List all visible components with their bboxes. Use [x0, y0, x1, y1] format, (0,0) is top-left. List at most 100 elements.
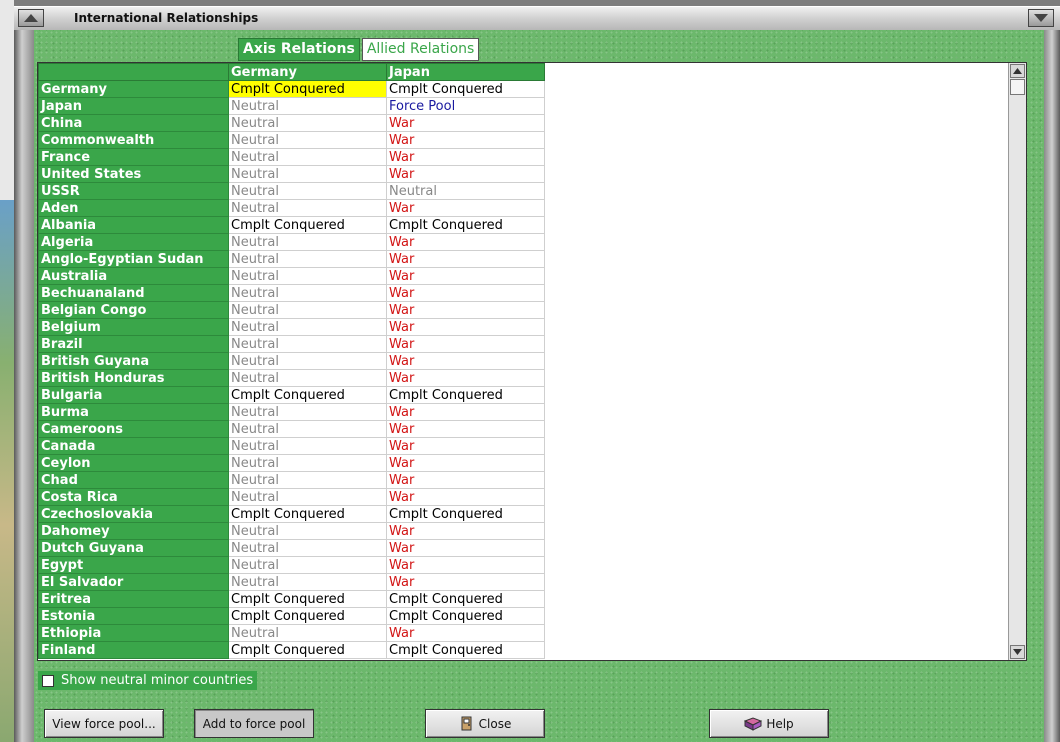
table-row[interactable]: Eritrea Cmplt Conquered Cmplt Conquered: [38, 590, 545, 608]
show-neutral-minor-countries-checkbox[interactable]: [42, 674, 54, 687]
table-row[interactable]: United States Neutral War: [38, 165, 545, 183]
germany-relation-cell[interactable]: Cmplt Conquered: [228, 216, 387, 234]
table-row[interactable]: Japan Neutral Force Pool: [38, 97, 545, 115]
japan-relation-cell[interactable]: War: [386, 114, 545, 132]
table-row[interactable]: Ethiopia Neutral War: [38, 624, 545, 642]
table-row[interactable]: El Salvador Neutral War: [38, 573, 545, 591]
japan-relation-cell[interactable]: Cmplt Conquered: [386, 607, 545, 625]
japan-relation-cell[interactable]: War: [386, 335, 545, 353]
germany-relation-cell[interactable]: Neutral: [228, 454, 387, 472]
japan-relation-cell[interactable]: Cmplt Conquered: [386, 80, 545, 98]
country-name-cell[interactable]: Algeria: [38, 233, 229, 251]
country-name-cell[interactable]: Albania: [38, 216, 229, 234]
window-control-button[interactable]: [1028, 9, 1054, 27]
table-row[interactable]: China Neutral War: [38, 114, 545, 132]
germany-relation-cell[interactable]: Neutral: [228, 369, 387, 387]
japan-relation-cell[interactable]: Cmplt Conquered: [386, 216, 545, 234]
help-button[interactable]: Help: [709, 709, 829, 738]
table-row[interactable]: Commonwealth Neutral War: [38, 131, 545, 149]
japan-relation-cell[interactable]: War: [386, 318, 545, 336]
japan-relation-cell[interactable]: Cmplt Conquered: [386, 590, 545, 608]
germany-relation-cell[interactable]: Neutral: [228, 250, 387, 268]
table-row[interactable]: Dahomey Neutral War: [38, 522, 545, 540]
japan-relation-cell[interactable]: War: [386, 233, 545, 251]
germany-relation-cell[interactable]: Neutral: [228, 556, 387, 574]
japan-relation-cell[interactable]: War: [386, 284, 545, 302]
japan-relation-cell[interactable]: War: [386, 420, 545, 438]
germany-relation-cell[interactable]: Neutral: [228, 488, 387, 506]
country-name-cell[interactable]: Ethiopia: [38, 624, 229, 642]
column-header-germany[interactable]: Germany: [228, 63, 387, 81]
country-name-cell[interactable]: France: [38, 148, 229, 166]
germany-relation-cell[interactable]: Neutral: [228, 522, 387, 540]
tab-allied-relations[interactable]: Allied Relations: [361, 38, 480, 61]
japan-relation-cell[interactable]: War: [386, 437, 545, 455]
germany-relation-cell[interactable]: Neutral: [228, 114, 387, 132]
germany-relation-cell[interactable]: Neutral: [228, 267, 387, 285]
country-name-cell[interactable]: Aden: [38, 199, 229, 217]
germany-relation-cell[interactable]: Cmplt Conquered: [228, 386, 387, 404]
table-row[interactable]: Dutch Guyana Neutral War: [38, 539, 545, 557]
germany-relation-cell[interactable]: Neutral: [228, 624, 387, 642]
germany-relation-cell[interactable]: Neutral: [228, 471, 387, 489]
vertical-scrollbar[interactable]: [1008, 63, 1026, 660]
country-name-cell[interactable]: China: [38, 114, 229, 132]
country-name-cell[interactable]: Canada: [38, 437, 229, 455]
table-row[interactable]: British Guyana Neutral War: [38, 352, 545, 370]
table-row[interactable]: Algeria Neutral War: [38, 233, 545, 251]
japan-relation-cell[interactable]: Neutral: [386, 182, 545, 200]
country-name-cell[interactable]: Anglo-Egyptian Sudan: [38, 250, 229, 268]
japan-relation-cell[interactable]: War: [386, 522, 545, 540]
germany-relation-cell[interactable]: Cmplt Conquered: [228, 505, 387, 523]
germany-relation-cell[interactable]: Neutral: [228, 148, 387, 166]
country-name-cell[interactable]: Japan: [38, 97, 229, 115]
table-row[interactable]: Chad Neutral War: [38, 471, 545, 489]
country-name-cell[interactable]: Ceylon: [38, 454, 229, 472]
germany-relation-cell[interactable]: Neutral: [228, 131, 387, 149]
table-row[interactable]: Canada Neutral War: [38, 437, 545, 455]
germany-relation-cell[interactable]: Neutral: [228, 437, 387, 455]
country-name-cell[interactable]: Germany: [38, 80, 229, 98]
table-row[interactable]: Cameroons Neutral War: [38, 420, 545, 438]
table-row[interactable]: Albania Cmplt Conquered Cmplt Conquered: [38, 216, 545, 234]
country-name-cell[interactable]: Estonia: [38, 607, 229, 625]
table-row[interactable]: Egypt Neutral War: [38, 556, 545, 574]
table-row[interactable]: Czechoslovakia Cmplt Conquered Cmplt Conqu…: [38, 505, 545, 523]
country-name-cell[interactable]: British Honduras: [38, 369, 229, 387]
table-row[interactable]: Costa Rica Neutral War: [38, 488, 545, 506]
japan-relation-cell[interactable]: War: [386, 539, 545, 557]
germany-relation-cell[interactable]: Neutral: [228, 199, 387, 217]
germany-relation-cell[interactable]: Neutral: [228, 539, 387, 557]
japan-relation-cell[interactable]: War: [386, 148, 545, 166]
country-name-cell[interactable]: Czechoslovakia: [38, 505, 229, 523]
japan-relation-cell[interactable]: Cmplt Conquered: [386, 641, 545, 659]
country-name-cell[interactable]: Brazil: [38, 335, 229, 353]
japan-relation-cell[interactable]: War: [386, 165, 545, 183]
title-bar[interactable]: International Relationships: [14, 6, 1060, 32]
country-name-cell[interactable]: Bechuanaland: [38, 284, 229, 302]
country-name-cell[interactable]: British Guyana: [38, 352, 229, 370]
germany-relation-cell[interactable]: Neutral: [228, 420, 387, 438]
japan-relation-cell[interactable]: Force Pool: [386, 97, 545, 115]
view-force-pool-button[interactable]: View force pool...: [44, 709, 164, 738]
country-name-cell[interactable]: Finland: [38, 641, 229, 659]
table-row[interactable]: Anglo-Egyptian Sudan Neutral War: [38, 250, 545, 268]
germany-relation-cell[interactable]: Neutral: [228, 182, 387, 200]
germany-relation-cell[interactable]: Neutral: [228, 335, 387, 353]
table-row[interactable]: Brazil Neutral War: [38, 335, 545, 353]
country-name-cell[interactable]: Belgian Congo: [38, 301, 229, 319]
country-name-cell[interactable]: Belgium: [38, 318, 229, 336]
table-row[interactable]: Belgium Neutral War: [38, 318, 545, 336]
country-name-cell[interactable]: Bulgaria: [38, 386, 229, 404]
japan-relation-cell[interactable]: Cmplt Conquered: [386, 505, 545, 523]
table-row[interactable]: Aden Neutral War: [38, 199, 545, 217]
country-name-cell[interactable]: Costa Rica: [38, 488, 229, 506]
germany-relation-cell[interactable]: Neutral: [228, 301, 387, 319]
scroll-down-button[interactable]: [1010, 645, 1025, 659]
germany-relation-cell[interactable]: Neutral: [228, 165, 387, 183]
table-row[interactable]: Ceylon Neutral War: [38, 454, 545, 472]
germany-relation-cell[interactable]: Neutral: [228, 284, 387, 302]
japan-relation-cell[interactable]: War: [386, 301, 545, 319]
tab-axis-relations[interactable]: Axis Relations: [238, 38, 360, 61]
japan-relation-cell[interactable]: Cmplt Conquered: [386, 386, 545, 404]
